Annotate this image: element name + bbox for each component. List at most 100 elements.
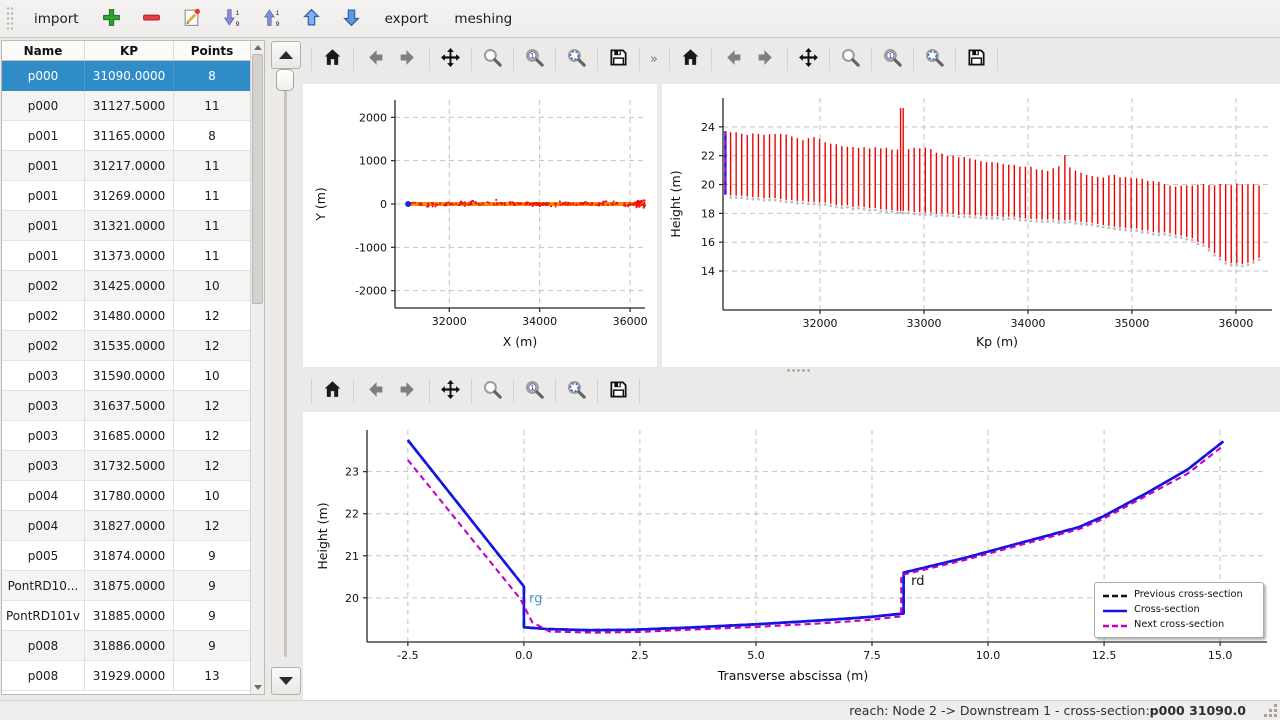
cell-points[interactable]: 9 (174, 571, 250, 600)
cell-name[interactable]: p000 (2, 61, 85, 90)
cell-points[interactable]: 12 (174, 301, 250, 330)
cell-name[interactable]: PontRD10... (2, 571, 85, 600)
table-row[interactable]: p00131217.000011 (2, 151, 250, 181)
cell-points[interactable]: 8 (174, 61, 250, 90)
cell-kp[interactable]: 31886.0000 (85, 631, 174, 660)
table-scrollbar-thumb[interactable] (252, 54, 263, 304)
section-slider-thumb[interactable] (276, 69, 294, 91)
cell-name[interactable]: PontRD101v (2, 601, 85, 630)
cell-points[interactable]: 11 (174, 181, 250, 210)
table-row[interactable]: p00231480.000012 (2, 301, 250, 331)
add-cross-section-button[interactable] (97, 4, 127, 34)
cell-kp[interactable]: 31637.5000 (85, 391, 174, 420)
table-row[interactable]: p00431827.000012 (2, 511, 250, 541)
sort-descending-button[interactable]: 19 (217, 4, 247, 34)
cell-kp[interactable]: 31425.0000 (85, 271, 174, 300)
meshing-button[interactable]: meshing (446, 7, 520, 31)
cell-points[interactable]: 12 (174, 331, 250, 360)
cell-name[interactable]: p001 (2, 181, 85, 210)
toolbar-grip[interactable] (6, 6, 14, 32)
cell-kp[interactable]: 31090.0000 (85, 61, 174, 90)
back-button[interactable] (358, 375, 391, 408)
save-button[interactable] (960, 43, 993, 76)
cell-kp[interactable]: 31535.0000 (85, 331, 174, 360)
cell-kp[interactable]: 31875.0000 (85, 571, 174, 600)
table-row[interactable]: p00131269.000011 (2, 181, 250, 211)
resize-grip[interactable] (1274, 714, 1277, 717)
save-button[interactable] (602, 375, 635, 408)
table-row[interactable]: p00331637.500012 (2, 391, 250, 421)
cell-kp[interactable]: 31732.5000 (85, 451, 174, 480)
pan-button[interactable] (434, 375, 467, 408)
move-up-button[interactable] (297, 4, 327, 34)
cell-points[interactable]: 11 (174, 211, 250, 240)
table-row[interactable]: p00131321.000011 (2, 211, 250, 241)
remove-cross-section-button[interactable] (137, 4, 167, 34)
cell-name[interactable]: p003 (2, 361, 85, 390)
pan-button[interactable] (434, 43, 467, 76)
splitter-handle[interactable] (786, 368, 812, 373)
cell-points[interactable]: 9 (174, 601, 250, 630)
table-row[interactable]: p00231535.000012 (2, 331, 250, 361)
table-row[interactable]: PontRD10...31875.00009 (2, 571, 250, 601)
cell-name[interactable]: p004 (2, 511, 85, 540)
cell-name[interactable]: p008 (2, 631, 85, 660)
cell-name[interactable]: p003 (2, 451, 85, 480)
zoom-fit-button[interactable] (560, 375, 593, 408)
scroll-down-icon[interactable] (251, 682, 264, 693)
table-row[interactable]: p00331590.000010 (2, 361, 250, 391)
previous-section-button[interactable] (271, 41, 301, 69)
cell-name[interactable]: p003 (2, 421, 85, 450)
cell-kp[interactable]: 31127.5000 (85, 91, 174, 120)
cell-points[interactable]: 9 (174, 541, 250, 570)
zoom-one-button[interactable]: 1 (518, 43, 551, 76)
home-button[interactable] (674, 43, 707, 76)
cell-kp[interactable]: 31874.0000 (85, 541, 174, 570)
move-down-button[interactable] (337, 4, 367, 34)
toolbar-overflow-button[interactable]: » (644, 52, 664, 67)
cell-kp[interactable]: 31885.0000 (85, 601, 174, 630)
cell-name[interactable]: p002 (2, 331, 85, 360)
cell-kp[interactable]: 31373.0000 (85, 241, 174, 270)
cell-points[interactable]: 8 (174, 121, 250, 150)
home-button[interactable] (316, 375, 349, 408)
zoom-button[interactable] (476, 375, 509, 408)
table-scrollbar[interactable] (250, 41, 264, 694)
cell-name[interactable]: p001 (2, 241, 85, 270)
table-row[interactable]: p00831886.00009 (2, 631, 250, 661)
cell-points[interactable]: 11 (174, 151, 250, 180)
cell-kp[interactable]: 31165.0000 (85, 121, 174, 150)
cell-name[interactable]: p004 (2, 481, 85, 510)
cell-points[interactable]: 12 (174, 391, 250, 420)
next-section-button[interactable] (271, 667, 301, 695)
zoom-one-button[interactable]: 1 (518, 375, 551, 408)
cell-name[interactable]: p005 (2, 541, 85, 570)
table-row[interactable]: PontRD101v31885.00009 (2, 601, 250, 631)
profile-chart-canvas[interactable]: 3200033000340003500036000141618202224Kp … (662, 84, 1280, 367)
cell-points[interactable]: 9 (174, 631, 250, 660)
cell-kp[interactable]: 31480.0000 (85, 301, 174, 330)
cell-points[interactable]: 13 (174, 661, 250, 690)
cell-kp[interactable]: 31929.0000 (85, 661, 174, 690)
cell-kp[interactable]: 31269.0000 (85, 181, 174, 210)
table-row[interactable]: p00331732.500012 (2, 451, 250, 481)
table-row[interactable]: p00131165.00008 (2, 121, 250, 151)
section-slider-track[interactable] (284, 71, 287, 657)
zoom-button[interactable] (476, 43, 509, 76)
cell-kp[interactable]: 31780.0000 (85, 481, 174, 510)
cell-name[interactable]: p001 (2, 121, 85, 150)
cell-name[interactable]: p002 (2, 301, 85, 330)
zoom-button[interactable] (834, 43, 867, 76)
cell-points[interactable]: 11 (174, 91, 250, 120)
table-row[interactable]: p00031127.500011 (2, 91, 250, 121)
cross-section-chart-canvas[interactable]: -2.50.02.55.07.510.012.515.020212223Tran… (303, 412, 1280, 700)
home-button[interactable] (316, 43, 349, 76)
cell-points[interactable]: 12 (174, 511, 250, 540)
cell-points[interactable]: 10 (174, 361, 250, 390)
export-button[interactable]: export (377, 7, 437, 31)
import-button[interactable]: import (26, 7, 87, 31)
zoom-one-button[interactable]: 1 (876, 43, 909, 76)
forward-button[interactable] (392, 43, 425, 76)
cell-kp[interactable]: 31217.0000 (85, 151, 174, 180)
back-button[interactable] (358, 43, 391, 76)
